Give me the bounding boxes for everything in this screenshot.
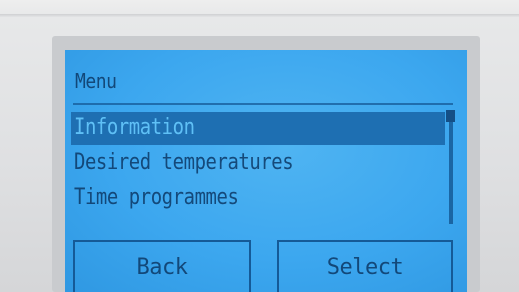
menu-item-label: Time programmes — [74, 185, 239, 210]
menu-item-information[interactable]: Information — [71, 112, 445, 145]
menu-title: Menu — [75, 69, 117, 93]
title-divider — [73, 103, 453, 105]
lcd-screen: Menu Information Desired temperatures Ti… — [65, 50, 467, 292]
back-button[interactable]: Back — [73, 240, 251, 292]
menu-scrollbar[interactable] — [449, 110, 453, 224]
select-button-label: Select — [326, 255, 404, 280]
menu-list: Information Desired temperatures Time pr… — [71, 112, 445, 217]
back-button-label: Back — [136, 255, 188, 280]
menu-item-label: Information — [74, 115, 195, 140]
scrollbar-thumb[interactable] — [446, 110, 455, 122]
menu-item-desired-temperatures[interactable]: Desired temperatures — [71, 147, 445, 180]
housing-seam — [0, 14, 519, 17]
menu-item-label: Desired temperatures — [74, 150, 294, 175]
select-button[interactable]: Select — [277, 240, 453, 292]
menu-item-time-programmes[interactable]: Time programmes — [71, 182, 445, 215]
